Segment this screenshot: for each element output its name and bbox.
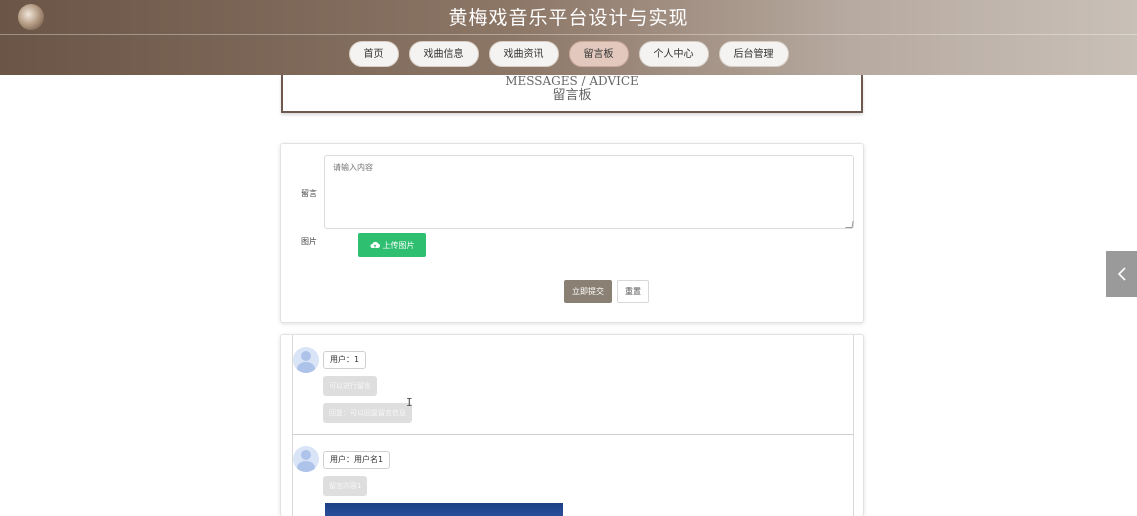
message-input[interactable] bbox=[324, 155, 854, 229]
chevron-left-icon bbox=[1117, 267, 1126, 281]
header-divider bbox=[0, 34, 1137, 35]
message-form: 留言 图片 上传图片 立即提交 重置 bbox=[280, 143, 864, 323]
nav-message-board[interactable]: 留言板 bbox=[568, 41, 629, 67]
nav-personal-center[interactable]: 个人中心 bbox=[638, 41, 709, 67]
nav-admin[interactable]: 后台管理 bbox=[718, 41, 789, 67]
side-panel-toggle[interactable] bbox=[1106, 251, 1137, 297]
text-cursor-icon: I bbox=[406, 396, 413, 409]
reset-button[interactable]: 重置 bbox=[617, 280, 649, 303]
site-title: 黄梅戏音乐平台设计与实现 bbox=[448, 7, 689, 29]
message-user: 用户：1 bbox=[323, 351, 367, 369]
section-title-english: MESSAGES / ADVICE bbox=[505, 74, 639, 88]
section-title-box: MESSAGES / ADVICE 留言板 bbox=[281, 75, 863, 113]
upload-image-label: 上传图片 bbox=[382, 240, 415, 250]
resize-handle[interactable] bbox=[845, 221, 854, 228]
message-content: 可以进行留言 bbox=[323, 376, 377, 396]
message-user: 用户：用户名1 bbox=[323, 451, 391, 469]
list-item: 用户：1 可以进行留言 回复：可以回复留言信息 bbox=[293, 335, 853, 435]
section-title-chinese: 留言板 bbox=[552, 88, 592, 103]
submit-button[interactable]: 立即提交 bbox=[564, 280, 612, 303]
top-header: 黄梅戏音乐平台设计与实现 首页 戏曲信息 戏曲资讯 留言板 个人中心 后台管理 bbox=[0, 0, 1137, 75]
upload-image-button[interactable]: 上传图片 bbox=[358, 233, 426, 257]
avatar bbox=[293, 347, 319, 373]
nav-home[interactable]: 首页 bbox=[348, 41, 399, 67]
message-reply: 回复：可以回复留言信息 bbox=[323, 403, 412, 423]
main-nav: 首页 戏曲信息 戏曲资讯 留言板 个人中心 后台管理 bbox=[0, 41, 1137, 67]
image-label: 图片 bbox=[301, 237, 317, 246]
message-list-inner: 用户：1 可以进行留言 回复：可以回复留言信息 用户：用户名1 留言内容1 bbox=[292, 335, 854, 516]
cloud-upload-icon bbox=[370, 241, 380, 249]
message-list: 用户：1 可以进行留言 回复：可以回复留言信息 用户：用户名1 留言内容1 bbox=[280, 334, 864, 516]
avatar bbox=[293, 446, 319, 472]
nav-opera-news[interactable]: 戏曲资讯 bbox=[488, 41, 559, 67]
nav-opera-info[interactable]: 戏曲信息 bbox=[408, 41, 479, 67]
list-item: 用户：用户名1 留言内容1 bbox=[293, 435, 853, 516]
message-label: 留言 bbox=[301, 189, 317, 198]
message-content: 留言内容1 bbox=[323, 476, 368, 496]
message-image bbox=[325, 503, 563, 516]
